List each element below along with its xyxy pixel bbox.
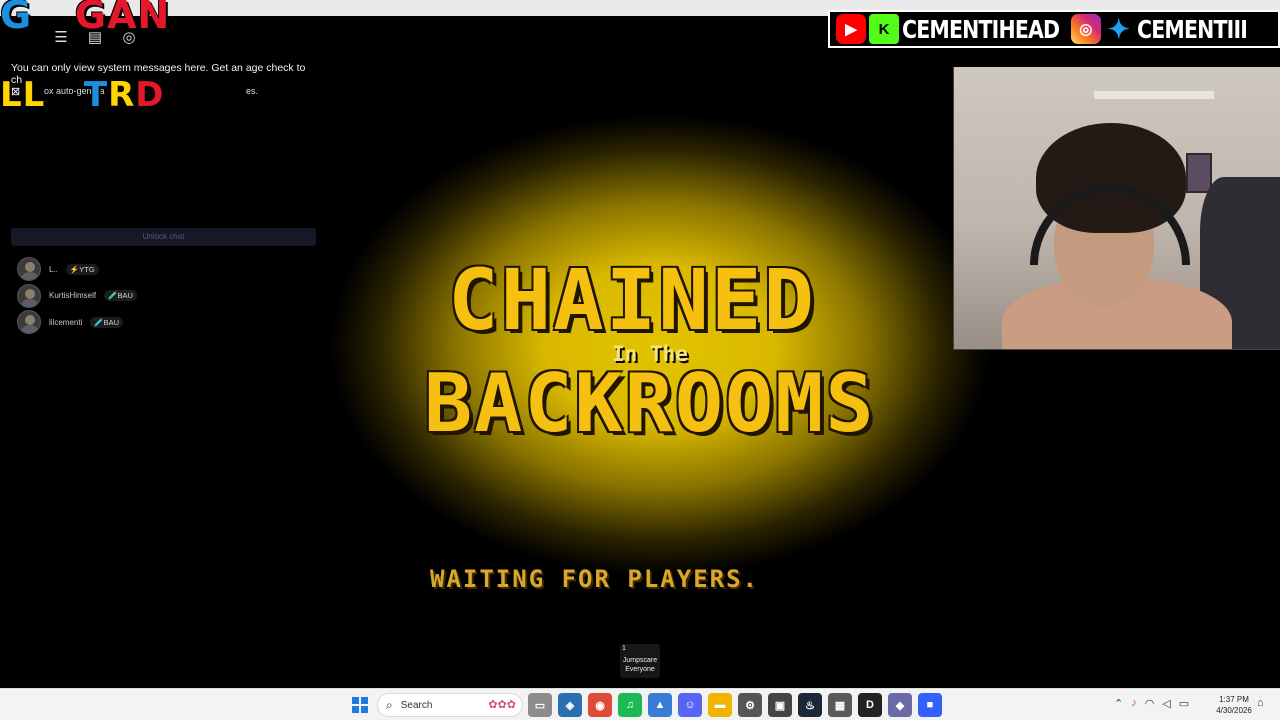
- player-name: L..: [49, 264, 58, 274]
- jumpscare-label: Jumpscare Everyone: [620, 656, 660, 674]
- search-placeholder: Search: [400, 699, 433, 711]
- media-icon[interactable]: ▣: [768, 693, 792, 717]
- instagram-icon: ◎: [1070, 14, 1101, 44]
- taskbar-apps: ▭ ◈ ◉ ♫ ▲ ☺ ▬ ⚙ ▣ ♨ ▦ D ◆ ■: [528, 693, 942, 717]
- game-viewport[interactable]: G GAN LL TRD ☰ ▤ ◎ You can only view sys…: [0, 0, 1280, 688]
- kick-icon: K: [869, 14, 899, 44]
- search-icon: ⌕: [386, 697, 393, 712]
- davinci-icon[interactable]: D: [858, 693, 882, 717]
- overlay-logo-top: G GAN: [0, 0, 170, 34]
- social-handle-1: CEMENTIHEAD: [902, 14, 1060, 44]
- taskbar-clock[interactable]: 1:37 PM 4/30/2026: [1212, 694, 1256, 716]
- player-badge: 🧪BAU: [104, 290, 137, 302]
- player-row[interactable]: KurtisHimself 🧪BAU: [17, 283, 137, 310]
- taskbar-search[interactable]: ⌕ Search ✿✿✿: [377, 693, 523, 717]
- social-handle-2: CEMENTIII: [1136, 14, 1248, 44]
- logo-letter: LL: [0, 75, 46, 115]
- waiting-status: WAITING FOR PLAYERS.: [430, 565, 759, 593]
- flowers-icon: ✿✿✿: [488, 699, 516, 711]
- start-button[interactable]: [352, 697, 368, 713]
- social-banner: ▶ K CEMENTIHEAD ◎ ✦ CEMENTIII: [828, 10, 1280, 48]
- avatar: [17, 310, 41, 335]
- youtube-icon: ▶: [836, 14, 866, 44]
- wifi-icon[interactable]: ◠: [1145, 697, 1155, 710]
- jumpscare-count: 1: [622, 645, 626, 652]
- logo-letter: [45, 75, 84, 115]
- chrome-icon[interactable]: ◉: [588, 693, 612, 717]
- folder-icon[interactable]: ▬: [708, 693, 732, 717]
- app-diamond-icon[interactable]: ◆: [888, 693, 912, 717]
- spotify-icon[interactable]: ♫: [618, 693, 642, 717]
- webcam-feed: [953, 67, 1280, 350]
- chevron-up-icon[interactable]: ⌃: [1114, 697, 1123, 710]
- notification-icon[interactable]: ⌂: [1257, 697, 1264, 709]
- photos-icon[interactable]: ▲: [648, 693, 672, 717]
- clock-date: 4/30/2026: [1216, 706, 1252, 715]
- game-title-line1: CHAINED: [448, 251, 817, 349]
- steam-icon[interactable]: ♨: [798, 693, 822, 717]
- avatar: [17, 283, 41, 308]
- battery-icon[interactable]: ▭: [1179, 697, 1189, 710]
- twitter-icon: ✦: [1107, 13, 1130, 44]
- clock-time: 1:37 PM: [1219, 695, 1249, 704]
- logo-letter: R: [108, 75, 136, 115]
- system-message-line2-right: es.: [246, 86, 259, 96]
- game-title-line2: In The: [612, 342, 688, 366]
- player-badge: 🧪BAU: [90, 316, 124, 328]
- settings-icon[interactable]: ⚙: [738, 693, 762, 717]
- discord-icon[interactable]: ☺: [678, 693, 702, 717]
- game-title-line3: BACKROOMS: [424, 357, 876, 450]
- windows-taskbar: ⌕ Search ✿✿✿ ▭ ◈ ◉ ♫ ▲ ☺ ▬ ⚙ ▣ ♨ ▦ D ◆ ■ ⌃ ♪ ◠ ◁ ▭ 1:…: [0, 688, 1280, 720]
- logo-letter: [32, 0, 75, 37]
- roblox-icon[interactable]: ■: [918, 693, 942, 717]
- jumpscare-button[interactable]: 1 Jumpscare Everyone: [620, 644, 660, 678]
- logo-letter: G: [0, 0, 33, 37]
- volume-icon[interactable]: ◁: [1162, 697, 1170, 710]
- player-badge: ⚡YTG: [65, 263, 99, 275]
- jumpscare-label-line2: Everyone: [625, 666, 655, 673]
- webcam-picture-frame: [1186, 153, 1212, 193]
- app-icon[interactable]: ◈: [558, 693, 582, 717]
- player-name: KurtisHimself: [49, 291, 97, 301]
- file-explorer-icon[interactable]: ▭: [528, 693, 552, 717]
- jumpscare-label-line1: Jumpscare: [622, 657, 658, 664]
- calculator-icon[interactable]: ▦: [828, 693, 852, 717]
- logo-letter: T: [83, 75, 109, 115]
- system-tray: ⌃ ♪ ◠ ◁ ▭: [1114, 697, 1189, 710]
- player-row[interactable]: lilcementi 🧪BAU: [17, 309, 137, 336]
- player-row[interactable]: L.. ⚡YTG: [17, 256, 137, 283]
- webcam-shelf: [1094, 91, 1214, 99]
- player-name: lilcementi: [49, 317, 83, 327]
- microphone-icon[interactable]: ♪: [1131, 697, 1137, 710]
- overlay-logo-bottom: LL TRD: [0, 78, 164, 112]
- avatar: [17, 257, 41, 282]
- player-list: L.. ⚡YTG KurtisHimself 🧪BAU lilcementi 🧪…: [17, 256, 137, 336]
- unlock-chat-button[interactable]: Unlock chat: [11, 228, 316, 246]
- logo-letter: D: [135, 75, 165, 115]
- logo-letter: GAN: [74, 0, 171, 37]
